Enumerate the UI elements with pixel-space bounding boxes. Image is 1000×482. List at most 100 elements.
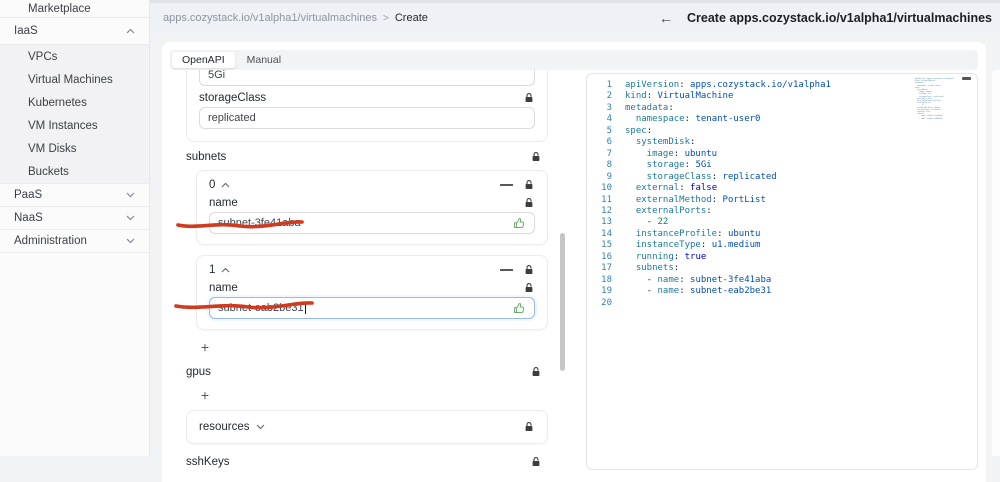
page-title: Create apps.cozystack.io/v1alpha1/virtua… xyxy=(687,11,992,25)
subnet-name-value: subnet-eab2be31 xyxy=(218,302,304,314)
lock-icon[interactable] xyxy=(523,421,535,433)
top-bar: apps.cozystack.io/v1alpha1/virtualmachin… xyxy=(150,0,1000,33)
tab-bar: OpenAPI Manual xyxy=(170,50,978,70)
page-header: ← Create apps.cozystack.io/v1alpha1/virt… xyxy=(659,3,992,33)
chevron-down-icon xyxy=(126,215,135,221)
ssh-keys-label: sshKeys xyxy=(186,456,230,468)
sidebar-item-vm-disks[interactable]: VM Disks xyxy=(0,137,149,160)
thumbs-up-icon[interactable] xyxy=(513,217,526,230)
back-arrow-icon[interactable]: ← xyxy=(659,10,673,26)
sidebar-item-label: VM Disks xyxy=(28,142,77,155)
sidebar-item-label: Buckets xyxy=(28,165,69,178)
resources-card[interactable]: resources xyxy=(186,410,548,444)
subnet-name-value: subnet-3fe41aba xyxy=(218,217,301,229)
sidebar-item-label: Virtual Machines xyxy=(28,73,113,86)
editor-line[interactable]: 20 xyxy=(587,298,977,309)
page-scrollbar[interactable] xyxy=(992,70,1000,456)
sidebar-item-virtual-machines[interactable]: Virtual Machines xyxy=(0,68,149,91)
editor-line[interactable]: 18- name: subnet-3fe41aba xyxy=(587,275,977,286)
tab-label: Manual xyxy=(246,54,282,66)
subnet-item-card-0: 0 name subnet-3fe41aba xyxy=(196,170,548,245)
sidebar-item-marketplace[interactable]: Marketplace xyxy=(0,0,149,18)
breadcrumb: apps.cozystack.io/v1alpha1/virtualmachin… xyxy=(163,3,428,33)
add-ssh-key-button[interactable]: + xyxy=(198,478,212,482)
lock-icon[interactable] xyxy=(523,179,535,191)
tab-openapi[interactable]: OpenAPI xyxy=(172,52,235,68)
sidebar-item-label: VM Instances xyxy=(28,119,98,132)
sidebar-item-label: Marketplace xyxy=(28,2,91,15)
editor-line[interactable]: 13- 22 xyxy=(587,217,977,228)
sidebar-item-vm-instances[interactable]: VM Instances xyxy=(0,114,149,137)
chevron-down-icon xyxy=(126,192,135,198)
sidebar-item-kubernetes[interactable]: Kubernetes xyxy=(0,91,149,114)
editor-overview-ruler-mark xyxy=(962,77,971,80)
sidebar-submenu-iaas: VPCs Virtual Machines Kubernetes VM Inst… xyxy=(0,45,149,184)
sidebar-group-administration[interactable]: Administration xyxy=(0,230,149,253)
subnets-label: subnets xyxy=(186,151,227,163)
editor-line[interactable]: 7 image: ubuntu xyxy=(587,149,977,160)
thumbs-up-icon[interactable] xyxy=(513,302,526,315)
sidebar-item-buckets[interactable]: Buckets xyxy=(0,160,149,183)
lock-icon[interactable] xyxy=(530,456,542,468)
form-scrollbar-thumb[interactable] xyxy=(560,233,565,371)
main-panel: OpenAPI Manual 5Gi storageClass replicat… xyxy=(162,42,986,482)
editor-line[interactable]: 10 external: false xyxy=(587,183,977,194)
add-gpu-button[interactable]: + xyxy=(198,388,212,402)
lock-icon[interactable] xyxy=(523,282,535,294)
remove-item-icon[interactable] xyxy=(500,269,513,271)
subnet-index: 0 xyxy=(209,179,216,191)
editor-line[interactable]: 14 instanceProfile: ubuntu xyxy=(587,229,977,240)
editor-line[interactable]: 12 externalPorts: xyxy=(587,206,977,217)
chevron-down-icon xyxy=(126,238,135,244)
editor-line[interactable]: 9 storageClass: replicated xyxy=(587,172,977,183)
gpus-label: gpus xyxy=(186,366,211,378)
lock-icon[interactable] xyxy=(530,366,542,378)
lock-icon[interactable] xyxy=(523,264,535,276)
lock-icon[interactable] xyxy=(523,197,535,209)
editor-line[interactable]: 5 spec: xyxy=(587,126,977,137)
sidebar-group-label: PaaS xyxy=(14,189,43,201)
subnet-name-label: name xyxy=(209,282,238,294)
editor-line[interactable]: 6 systemDisk: xyxy=(587,137,977,148)
editor-minimap[interactable]: apiVersion: apps.cozystack.io/v1alpha1 k… xyxy=(915,78,954,120)
editor-line[interactable]: 19- name: subnet-eab2be31 xyxy=(587,286,977,297)
chevron-up-icon[interactable] xyxy=(221,267,230,273)
resources-label: resources xyxy=(199,421,250,433)
sidebar-group-naas[interactable]: NaaS xyxy=(0,207,149,230)
editor-line[interactable]: 17 subnets: xyxy=(587,263,977,274)
sidebar: Marketplace IaaS VPCs Virtual Machines K… xyxy=(0,0,150,456)
subnet-index: 1 xyxy=(209,264,216,276)
editor-line[interactable]: 8 storage: 5Gi xyxy=(587,160,977,171)
sidebar-group-paas[interactable]: PaaS xyxy=(0,184,149,207)
form-column: 5Gi storageClass replicated subnets 0 na… xyxy=(186,70,548,482)
lock-icon[interactable] xyxy=(530,151,542,163)
editor-line[interactable]: 15 instanceType: u1.medium xyxy=(587,240,977,251)
yaml-editor[interactable]: 1 apiVersion: apps.cozystack.io/v1alpha1 2… xyxy=(586,73,978,470)
storage-class-input[interactable]: replicated xyxy=(199,107,535,129)
editor-line[interactable]: 16 running: true xyxy=(587,252,977,263)
storage-class-value: replicated xyxy=(208,112,256,124)
lock-icon[interactable] xyxy=(523,92,535,104)
sidebar-group-label: IaaS xyxy=(14,25,38,37)
sidebar-item-vpcs[interactable]: VPCs xyxy=(0,45,149,68)
add-subnet-button[interactable]: + xyxy=(198,340,212,354)
subnet-name-input-0[interactable]: subnet-3fe41aba xyxy=(209,212,535,234)
system-disk-group-card: 5Gi storageClass replicated xyxy=(186,70,548,142)
subnet-name-label: name xyxy=(209,197,238,209)
editor-line[interactable]: 11 externalMethod: PortList xyxy=(587,195,977,206)
breadcrumb-current: Create xyxy=(394,12,428,24)
sidebar-group-iaas[interactable]: IaaS xyxy=(0,18,149,45)
chevron-up-icon[interactable] xyxy=(221,182,230,188)
breadcrumb-separator: > xyxy=(383,12,389,24)
tab-label: OpenAPI xyxy=(182,54,225,66)
subnet-name-input-1[interactable]: subnet-eab2be31 xyxy=(209,297,535,319)
storage-input[interactable]: 5Gi xyxy=(199,70,535,86)
tab-manual[interactable]: Manual xyxy=(237,52,291,68)
sidebar-item-label: Kubernetes xyxy=(28,96,87,109)
breadcrumb-path[interactable]: apps.cozystack.io/v1alpha1/virtualmachin… xyxy=(163,12,377,24)
chevron-down-icon xyxy=(256,424,265,430)
remove-item-icon[interactable] xyxy=(500,184,513,186)
sidebar-group-label: NaaS xyxy=(14,212,43,224)
chevron-up-icon xyxy=(126,28,135,34)
sidebar-group-label: Administration xyxy=(14,235,87,247)
